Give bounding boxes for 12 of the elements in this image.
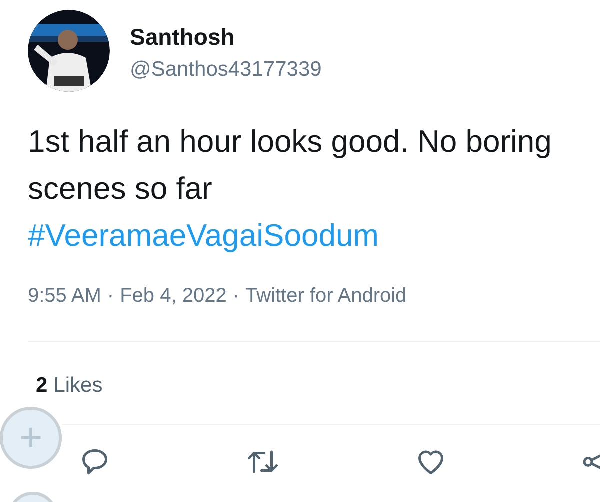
author-handle[interactable]: @Santhos43177339 <box>130 57 322 84</box>
likes-count[interactable]: 2 <box>36 370 48 402</box>
author-name[interactable]: Santhosh <box>130 22 322 52</box>
hashtag-link[interactable]: #VeeramaeVagaiSoodum <box>28 212 380 259</box>
separator-dot: · <box>232 284 240 309</box>
separator-dot: · <box>107 284 114 309</box>
tweet-source[interactable]: Twitter for Android <box>245 281 407 311</box>
tweet-date: Feb 4, 2022 <box>120 284 227 309</box>
likes-label[interactable]: Likes <box>54 370 103 402</box>
tweet-text: 1st half an hour looks good. No boring scenes so far <box>28 123 553 208</box>
speech-bubble-icon[interactable] <box>80 446 110 476</box>
tweet-time: 9:55 AM <box>28 284 102 309</box>
